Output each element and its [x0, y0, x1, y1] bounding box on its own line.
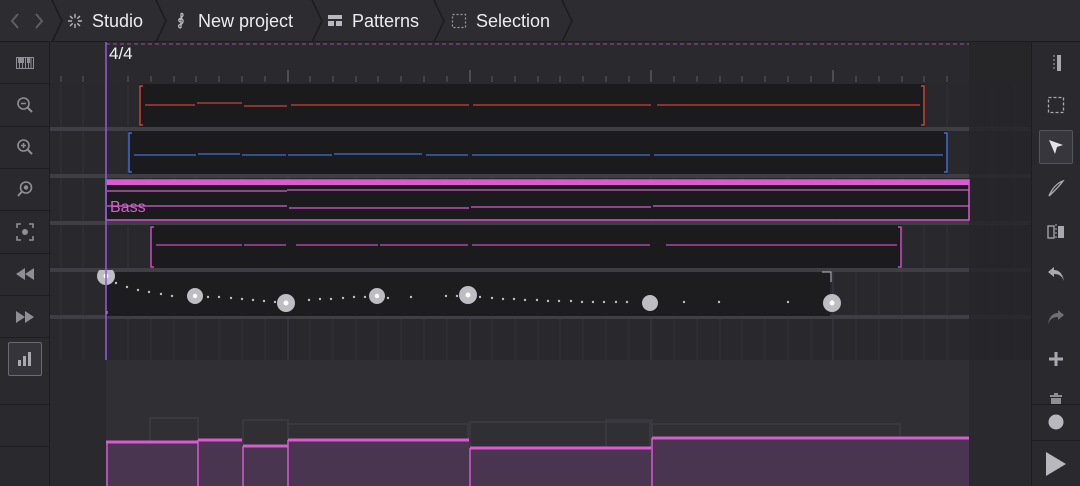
back-arrow-icon[interactable] [8, 11, 22, 31]
top-bar: Studio New project Patterns Selection [0, 0, 1080, 42]
pattern-editor-panel[interactable] [50, 360, 1031, 486]
clip-bass[interactable] [105, 179, 970, 221]
breadcrumb-separator [310, 0, 324, 42]
clip-blue[interactable] [128, 131, 948, 175]
clip-red[interactable] [139, 84, 925, 128]
breadcrumb-patterns[interactable]: Patterns [326, 0, 419, 42]
automation-point[interactable] [459, 286, 477, 304]
pen-icon[interactable] [1039, 172, 1073, 206]
zoom-search-icon[interactable] [8, 172, 42, 206]
zoom-fit-icon[interactable] [8, 215, 42, 249]
playhead[interactable] [104, 42, 108, 360]
piano-keys-icon[interactable] [8, 46, 42, 80]
treble-clef-icon [172, 12, 190, 30]
split-icon[interactable] [1039, 46, 1073, 80]
breadcrumb-selection[interactable]: Selection [450, 0, 550, 42]
breadcrumb-studio[interactable]: Studio [66, 0, 143, 42]
record-icon[interactable] [1039, 405, 1073, 439]
fast-forward-icon[interactable] [8, 300, 42, 334]
selection-icon [450, 12, 468, 30]
breadcrumb-selection-label: Selection [476, 10, 551, 31]
automation-point[interactable] [642, 295, 658, 311]
marquee-select-icon[interactable] [1039, 88, 1073, 122]
zoom-out-icon[interactable] [8, 88, 42, 122]
pointer-icon[interactable] [1039, 130, 1073, 164]
breadcrumb-patterns-label: Patterns [352, 10, 420, 31]
velocity-bars[interactable] [106, 436, 969, 486]
breadcrumb-separator [154, 0, 168, 42]
breadcrumb-project[interactable]: New project [172, 0, 293, 42]
breadcrumb-studio-label: Studio [92, 10, 144, 31]
plus-icon[interactable] [1039, 342, 1073, 376]
breadcrumb-separator [560, 0, 574, 42]
forward-arrow-icon[interactable] [32, 11, 46, 31]
automation-point[interactable] [277, 294, 295, 312]
breadcrumb-separator [50, 0, 64, 42]
play-icon[interactable] [1039, 444, 1073, 484]
redo-icon[interactable] [1039, 300, 1073, 334]
arrangement-view[interactable] [50, 84, 1031, 360]
breadcrumb-separator [432, 0, 446, 42]
automation-point[interactable] [823, 294, 841, 312]
automation-point[interactable] [369, 288, 385, 304]
undo-icon[interactable] [1039, 257, 1073, 291]
timeline-ruler[interactable] [50, 42, 1031, 84]
breadcrumb-project-label: New project [198, 10, 294, 31]
patterns-icon [326, 12, 344, 30]
track-label-bass[interactable]: Bass [110, 199, 146, 217]
automation-lane[interactable] [50, 270, 1031, 316]
left-toolbar [0, 42, 50, 486]
rewind-icon[interactable] [8, 257, 42, 291]
right-toolbar [1031, 42, 1080, 486]
bar-chart-icon[interactable] [8, 342, 42, 376]
studio-icon [66, 12, 84, 30]
automation-point[interactable] [187, 288, 203, 304]
time-signature[interactable]: 4/4 [109, 44, 133, 64]
zoom-in-icon[interactable] [8, 130, 42, 164]
mirror-icon[interactable] [1039, 215, 1073, 249]
clip-pink[interactable] [150, 225, 902, 269]
